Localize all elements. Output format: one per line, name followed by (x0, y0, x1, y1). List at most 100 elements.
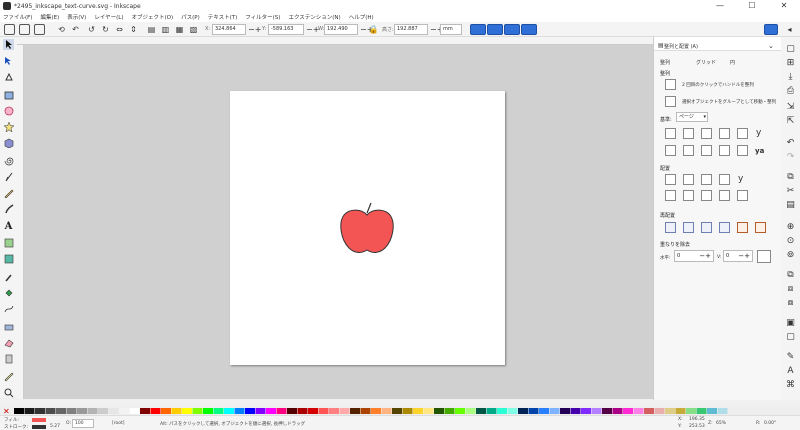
clone-icon[interactable]: ⧈ (785, 283, 796, 294)
palette-swatch[interactable] (318, 408, 329, 414)
vertical-ruler[interactable] (17, 45, 24, 399)
rectangle-tool-icon[interactable] (3, 89, 14, 100)
align-bottom-icon[interactable] (719, 145, 730, 156)
palette-swatch[interactable] (129, 408, 140, 414)
align-top-icon[interactable] (683, 145, 694, 156)
palette-swatch[interactable] (98, 408, 108, 414)
zoom-tool-icon[interactable] (3, 387, 14, 398)
gap-h-stepper-icon[interactable]: −+ (699, 251, 711, 261)
apple-body[interactable] (340, 209, 394, 253)
palette-swatch[interactable] (77, 408, 87, 414)
flip-vertical-icon[interactable]: ⇕ (128, 24, 139, 35)
menu-path[interactable]: パス(P) (181, 13, 200, 21)
zoom-drawing-icon[interactable]: ⊙ (785, 235, 796, 246)
palette-swatch[interactable] (56, 408, 66, 414)
palette-swatch[interactable] (119, 408, 129, 414)
unclump-icon[interactable] (755, 222, 766, 233)
dropper-tool-icon[interactable] (3, 271, 14, 282)
palette-swatch[interactable] (45, 408, 56, 414)
palette-swatch[interactable] (549, 408, 560, 414)
fill-stroke-icon[interactable]: ✎ (785, 351, 796, 362)
tweak-tool-icon[interactable] (3, 71, 14, 82)
mesh-tool-icon[interactable] (3, 253, 14, 264)
palette-swatch[interactable] (161, 408, 171, 414)
distribute-center-h-icon[interactable] (683, 174, 694, 185)
pen-tool-icon[interactable] (3, 171, 14, 182)
palette-swatch[interactable] (560, 408, 570, 414)
palette-swatch[interactable] (150, 408, 161, 414)
lower-bottom-icon[interactable]: ▧ (188, 24, 199, 35)
palette-swatch[interactable] (518, 408, 528, 414)
palette-swatch[interactable] (171, 408, 182, 414)
align-bottom-edge-icon[interactable] (737, 145, 748, 156)
undo-cmd-icon[interactable]: ↶ (785, 137, 796, 148)
exchange-selection-order-icon[interactable] (683, 222, 694, 233)
transform-stroke-icon[interactable] (470, 24, 486, 35)
palette-swatch[interactable] (339, 408, 350, 414)
palette-swatch[interactable] (297, 408, 308, 414)
align-center-horizontal-icon[interactable] (701, 145, 712, 156)
palette-swatch[interactable] (24, 408, 35, 414)
menu-layer[interactable]: レイヤー(L) (94, 13, 123, 21)
raise-top-icon[interactable]: ▦ (174, 24, 185, 35)
raise-icon[interactable]: ▤ (146, 24, 157, 35)
star-tool-icon[interactable] (3, 121, 14, 132)
redo-cmd-icon[interactable]: ↷ (785, 151, 796, 162)
align-left-edge-icon[interactable] (665, 128, 676, 139)
palette-swatch[interactable] (276, 408, 287, 414)
palette-swatch[interactable] (486, 408, 497, 414)
export-icon[interactable]: ⇱ (785, 115, 796, 126)
palette-swatch[interactable] (182, 408, 192, 414)
palette-swatch[interactable] (371, 408, 381, 414)
palette-swatch[interactable] (255, 408, 266, 414)
no-paint-icon[interactable]: ✕ (3, 407, 10, 415)
distribute-right-icon[interactable] (701, 174, 712, 185)
relative-to-select[interactable]: ページ ▾ (676, 112, 708, 122)
palette-swatch[interactable] (329, 408, 339, 414)
redo-icon[interactable]: ↻ (100, 24, 111, 35)
palette-swatch[interactable] (686, 408, 696, 414)
palette-swatch[interactable] (665, 408, 675, 414)
w-input[interactable]: 192.490 (324, 24, 358, 35)
palette-swatch[interactable] (224, 408, 234, 414)
align-center-vertical-icon[interactable] (701, 128, 712, 139)
subtab-align[interactable]: 整列 (660, 59, 670, 66)
exchange-clockwise-icon[interactable] (719, 222, 730, 233)
palette-swatch[interactable] (203, 408, 213, 414)
palette-swatch[interactable] (402, 408, 413, 414)
ellipse-tool-icon[interactable] (3, 105, 14, 116)
palette-swatch[interactable] (497, 408, 507, 414)
distribute-gaps-v-icon[interactable] (719, 190, 730, 201)
group-move-toggle-icon[interactable] (665, 96, 676, 107)
fill-swatch[interactable] (32, 418, 46, 422)
flip-horizontal-icon[interactable]: ⇔ (114, 24, 125, 35)
color-palette[interactable]: ✕ (0, 407, 800, 415)
transform-gradient-icon[interactable] (504, 24, 520, 35)
randomize-centers-icon[interactable] (737, 222, 748, 233)
dock-menu-chevron-icon[interactable]: ⌄ (768, 42, 774, 50)
exchange-z-order-icon[interactable] (701, 222, 712, 233)
lock-ratio-icon[interactable]: 🔒 (368, 24, 379, 35)
palette-swatch[interactable] (623, 408, 633, 414)
selector-tool-icon[interactable] (3, 39, 14, 50)
arrange-graph-icon[interactable] (665, 222, 676, 233)
measure-tool-icon[interactable] (3, 371, 14, 382)
palette-swatch[interactable] (287, 408, 297, 414)
paste-icon[interactable]: ▤ (785, 199, 796, 210)
palette-swatch[interactable] (234, 408, 245, 414)
palette-swatch[interactable] (108, 408, 119, 414)
transform-pattern-icon[interactable] (521, 24, 537, 35)
gap-horizontal-input[interactable]: 0 −+ (674, 250, 714, 262)
rotate-cw-icon[interactable]: ↶ (70, 24, 81, 35)
undo-icon[interactable]: ↺ (86, 24, 97, 35)
distribute-gaps-h-icon[interactable] (719, 174, 730, 185)
palette-swatch[interactable] (350, 408, 360, 414)
palette-swatch[interactable] (140, 408, 150, 414)
spiral-tool-icon[interactable] (3, 155, 14, 166)
distribute-bottom-icon[interactable] (701, 190, 712, 201)
dock-tab-align[interactable]: 整列と配置 (A) (664, 43, 698, 50)
group-icon[interactable]: ▣ (785, 317, 796, 328)
palette-swatch[interactable] (14, 408, 24, 414)
y-input[interactable]: -589.163 (268, 24, 304, 35)
palette-swatch[interactable] (35, 408, 45, 414)
